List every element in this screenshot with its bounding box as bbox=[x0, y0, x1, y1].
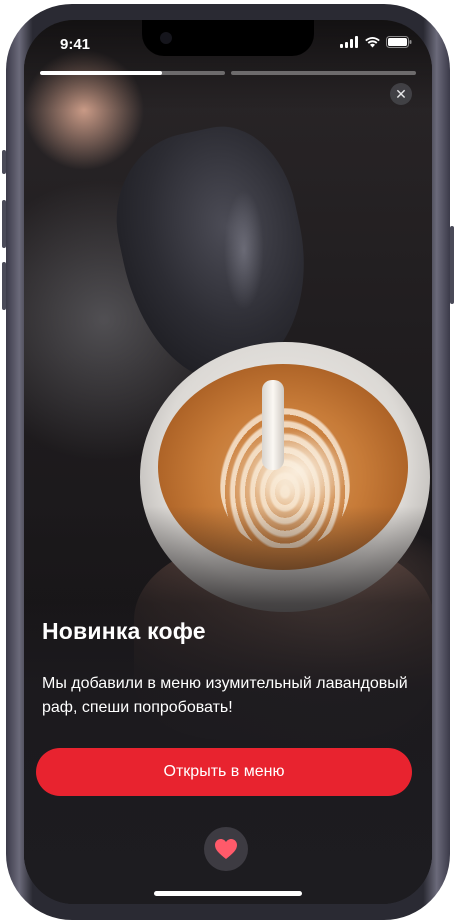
home-indicator[interactable] bbox=[154, 891, 302, 896]
status-bar: 9:41 bbox=[24, 20, 432, 68]
power-button bbox=[450, 226, 454, 304]
phone-frame: 9:41 ✕ Новинка кофе Мы добавили в меню и… bbox=[0, 0, 456, 924]
close-button[interactable]: ✕ bbox=[390, 83, 412, 105]
front-camera bbox=[160, 32, 172, 44]
volume-up-button bbox=[2, 200, 6, 248]
notch bbox=[142, 20, 314, 56]
progress-segment bbox=[40, 71, 225, 75]
battery-icon bbox=[386, 36, 412, 48]
signal-icon bbox=[340, 36, 358, 48]
mute-switch bbox=[2, 150, 6, 174]
story-description: Мы добавили в меню изумительный лавандов… bbox=[42, 675, 408, 716]
like-button[interactable] bbox=[204, 827, 248, 871]
progress-fill bbox=[40, 71, 163, 75]
close-icon: ✕ bbox=[395, 86, 407, 102]
status-icons bbox=[340, 36, 412, 50]
heart-icon bbox=[215, 839, 237, 859]
volume-down-button bbox=[2, 262, 6, 310]
status-time: 9:41 bbox=[60, 36, 91, 53]
open-in-menu-button[interactable]: Открыть в меню bbox=[36, 748, 412, 796]
wifi-icon bbox=[365, 37, 380, 48]
story-title: Новинка кофе bbox=[42, 618, 206, 644]
story-screen[interactable]: 9:41 ✕ Новинка кофе Мы добавили в меню и… bbox=[24, 20, 432, 904]
story-progress bbox=[40, 71, 416, 75]
progress-segment bbox=[231, 71, 416, 75]
